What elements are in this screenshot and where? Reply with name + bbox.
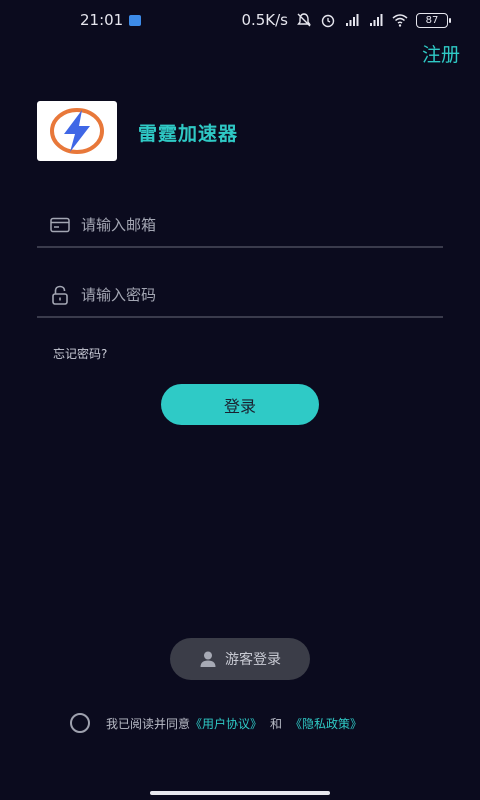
battery-icon: 87 bbox=[416, 12, 451, 28]
agree-radio[interactable] bbox=[70, 713, 90, 733]
status-bar: 21:01 0.5K/s 87 bbox=[0, 0, 480, 40]
signal-hd-icon bbox=[346, 14, 359, 26]
home-indicator[interactable] bbox=[150, 791, 330, 795]
agreement-conjunction: 和 bbox=[270, 716, 283, 731]
app-name: 雷霆加速器 bbox=[138, 123, 239, 145]
forgot-password-link[interactable]: 忘记密码? bbox=[53, 345, 107, 362]
agreement-row: 我已阅读并同意 《用户协议》 和 《隐私政策》 bbox=[70, 713, 362, 733]
mute-icon bbox=[297, 13, 311, 27]
email-field-row bbox=[37, 204, 443, 248]
lightning-bolt-icon bbox=[50, 108, 104, 154]
wifi-icon bbox=[392, 14, 408, 27]
login-button[interactable]: 登录 bbox=[161, 384, 319, 425]
app-notification-icon bbox=[129, 14, 142, 26]
user-agreement-link[interactable]: 《用户协议》 bbox=[190, 715, 262, 732]
guest-login-button[interactable]: 游客登录 bbox=[170, 638, 310, 680]
password-input[interactable] bbox=[81, 286, 421, 304]
signal-hd-icon bbox=[370, 14, 383, 26]
alarm-icon bbox=[321, 14, 335, 28]
password-field-row bbox=[37, 274, 443, 318]
guest-login-label: 游客登录 bbox=[225, 652, 281, 668]
user-icon bbox=[200, 651, 216, 667]
status-time: 21:01 bbox=[80, 11, 124, 29]
login-button-label: 登录 bbox=[223, 396, 256, 416]
battery-level: 87 bbox=[425, 14, 439, 26]
agreement-prefix: 我已阅读并同意 bbox=[106, 716, 191, 731]
privacy-policy-link[interactable]: 《隐私政策》 bbox=[290, 715, 362, 732]
status-left: 21:01 bbox=[80, 11, 142, 29]
register-link[interactable]: 注册 bbox=[422, 40, 460, 67]
status-right: 0.5K/s 87 bbox=[241, 11, 451, 29]
email-input[interactable] bbox=[81, 216, 421, 234]
lock-icon bbox=[49, 284, 71, 306]
network-speed: 0.5K/s bbox=[241, 11, 288, 29]
app-logo bbox=[37, 101, 117, 161]
card-icon bbox=[49, 214, 71, 236]
